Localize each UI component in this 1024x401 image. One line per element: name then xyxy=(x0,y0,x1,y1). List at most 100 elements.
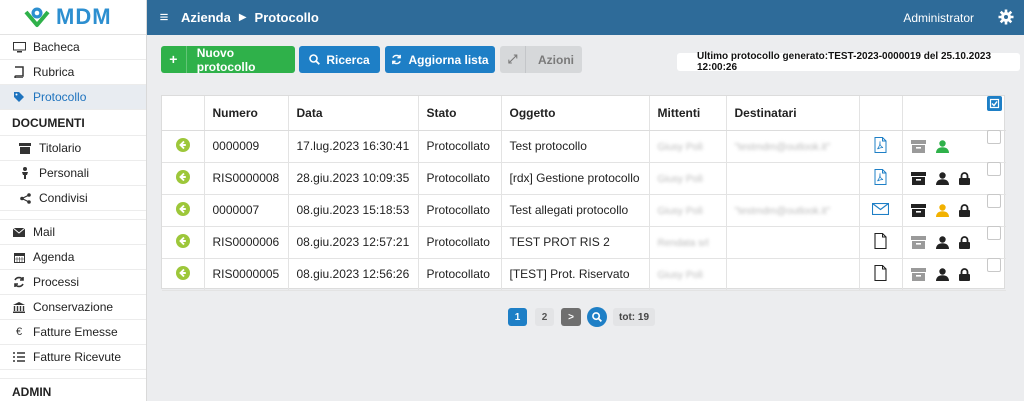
lock-icon[interactable] xyxy=(958,268,970,282)
sidebar-item-protocollo[interactable]: Protocollo xyxy=(0,85,146,110)
sidebar-item-label: Mail xyxy=(33,225,56,239)
logo[interactable]: MDM xyxy=(0,0,146,35)
column-header[interactable]: Numero xyxy=(204,96,289,131)
gear-icon[interactable] xyxy=(998,9,1014,25)
cell-data: 08.giu.2023 15:18:53 xyxy=(288,194,419,227)
sidebar-item-label: Fatture Emesse xyxy=(33,325,118,339)
file-icon[interactable] xyxy=(874,264,887,284)
plus-icon: + xyxy=(161,46,187,73)
row-checkbox[interactable] xyxy=(987,130,1001,144)
new-protocol-button[interactable]: + Nuovo protocollo xyxy=(161,46,295,74)
brand-name: MDM xyxy=(56,4,112,29)
pdf-icon[interactable] xyxy=(874,168,887,188)
column-header[interactable]: Oggetto xyxy=(501,96,650,131)
sidebar-item-label: Agenda xyxy=(33,250,75,264)
cell-stato: Protocollato xyxy=(418,258,502,291)
sidebar-item-label: Personali xyxy=(39,166,90,180)
archive-icon[interactable] xyxy=(910,236,926,250)
sidebar-item-rubrica[interactable]: Rubrica xyxy=(0,60,146,85)
hamburger-icon[interactable]: ≡ xyxy=(147,9,181,26)
search-icon xyxy=(309,54,321,65)
person-icon[interactable] xyxy=(935,268,949,282)
page-2-button[interactable]: 2 xyxy=(535,308,554,326)
sidebar-item-personali[interactable]: Personali xyxy=(0,161,146,186)
top-bar: ≡ Azienda ▶ Protocollo Administrator xyxy=(147,0,1024,35)
total-count: tot: 19 xyxy=(613,308,655,326)
table-row[interactable]: RIS0000006 08.giu.2023 12:57:21 Protocolla… xyxy=(162,226,1006,259)
pdf-icon[interactable] xyxy=(874,136,887,156)
archive-icon[interactable] xyxy=(910,268,926,282)
row-checkbox[interactable] xyxy=(987,162,1001,176)
column-header[interactable]: Destinatari xyxy=(726,96,860,131)
person-icon[interactable] xyxy=(935,140,949,154)
person-icon[interactable] xyxy=(935,204,949,218)
refresh-list-button[interactable]: Aggiorna lista xyxy=(385,46,495,73)
cell-stato: Protocollato xyxy=(418,130,502,163)
open-arrow-icon[interactable] xyxy=(175,201,190,216)
row-checkbox[interactable] xyxy=(987,226,1001,240)
column-header[interactable]: Mittenti xyxy=(649,96,727,131)
row-checkbox[interactable] xyxy=(987,194,1001,208)
lock-icon[interactable] xyxy=(958,236,970,250)
cell-mittenti: Rendata srl xyxy=(657,238,709,249)
archive-icon[interactable] xyxy=(910,172,926,186)
open-arrow-icon[interactable] xyxy=(175,137,190,152)
calendar-icon xyxy=(12,252,26,263)
next-page-button[interactable]: > xyxy=(561,308,581,326)
column-header[interactable]: Stato xyxy=(418,96,502,131)
page-search-button[interactable] xyxy=(587,307,607,327)
row-checkbox[interactable] xyxy=(987,258,1001,272)
search-button[interactable]: Ricerca xyxy=(299,46,380,73)
cell-data: 17.lug.2023 16:30:41 xyxy=(288,130,419,163)
sidebar-item-label: Titolario xyxy=(39,141,82,155)
select-all-checkbox[interactable] xyxy=(987,96,1002,111)
mail-icon[interactable] xyxy=(871,202,890,218)
sidebar-item-processi[interactable]: Processi xyxy=(0,270,146,295)
cell-destinatari: "testmdm@outlook.it" xyxy=(734,142,831,153)
person-icon[interactable] xyxy=(935,236,949,250)
cell-oggetto: TEST PROT RIS 2 xyxy=(501,226,650,259)
open-arrow-icon[interactable] xyxy=(175,265,190,280)
cell-data: 28.giu.2023 10:09:35 xyxy=(288,162,419,195)
cell-mittenti: Giusy Polì xyxy=(657,206,704,217)
sidebar-item-conservazione[interactable]: Conservazione xyxy=(0,295,146,320)
actions-button[interactable]: ⤢ Azioni xyxy=(500,46,582,73)
mdm-logo-icon xyxy=(24,5,50,29)
cell-numero: RIS0000005 xyxy=(204,258,289,291)
page-1-button[interactable]: 1 xyxy=(508,308,527,326)
breadcrumb-azienda[interactable]: Azienda xyxy=(181,10,231,25)
column-header[interactable]: Data xyxy=(288,96,419,131)
sidebar-item-agenda[interactable]: Agenda xyxy=(0,245,146,270)
sidebar-item-fatture-ricevute[interactable]: Fatture Ricevute xyxy=(0,345,146,370)
cell-stato: Protocollato xyxy=(418,226,502,259)
lock-icon[interactable] xyxy=(958,172,970,186)
cell-data: 08.giu.2023 12:56:26 xyxy=(288,258,419,291)
tag-icon xyxy=(12,91,26,103)
cell-numero: RIS0000008 xyxy=(204,162,289,195)
archive-icon[interactable] xyxy=(910,204,926,218)
refresh-icon xyxy=(12,276,26,288)
sidebar-item-bacheca[interactable]: Bacheca xyxy=(0,35,146,60)
file-icon[interactable] xyxy=(874,232,887,252)
table-row[interactable]: RIS0000005 08.giu.2023 12:56:26 Protocolla… xyxy=(162,258,1006,291)
expand-icon: ⤢ xyxy=(500,46,526,73)
cell-oggetto: [rdx] Gestione protocollo xyxy=(501,162,650,195)
bank-icon xyxy=(12,301,26,313)
table-row[interactable]: RIS0000008 28.giu.2023 10:09:35 Protocolla… xyxy=(162,162,1006,195)
cell-stato: Protocollato xyxy=(418,162,502,195)
cell-numero: 0000007 xyxy=(204,194,289,227)
person-icon[interactable] xyxy=(935,172,949,186)
sidebar-item-mail[interactable]: Mail xyxy=(0,220,146,245)
archive-icon[interactable] xyxy=(910,140,926,154)
sidebar-item-condivisi[interactable]: Condivisi xyxy=(0,186,146,211)
archive-icon xyxy=(18,142,32,154)
table-row[interactable]: 0000009 17.lug.2023 16:30:41 Protocollato T… xyxy=(162,130,1006,163)
table-row[interactable]: 0000007 08.giu.2023 15:18:53 Protocollato T… xyxy=(162,194,1006,227)
open-arrow-icon[interactable] xyxy=(175,233,190,248)
sidebar-item-titolario[interactable]: Titolario xyxy=(0,136,146,161)
open-arrow-icon[interactable] xyxy=(175,169,190,184)
user-name[interactable]: Administrator xyxy=(903,11,974,25)
sidebar-item-fatture-emesse[interactable]: € Fatture Emesse xyxy=(0,320,146,345)
lock-icon[interactable] xyxy=(958,204,970,218)
refresh-icon xyxy=(392,54,402,65)
